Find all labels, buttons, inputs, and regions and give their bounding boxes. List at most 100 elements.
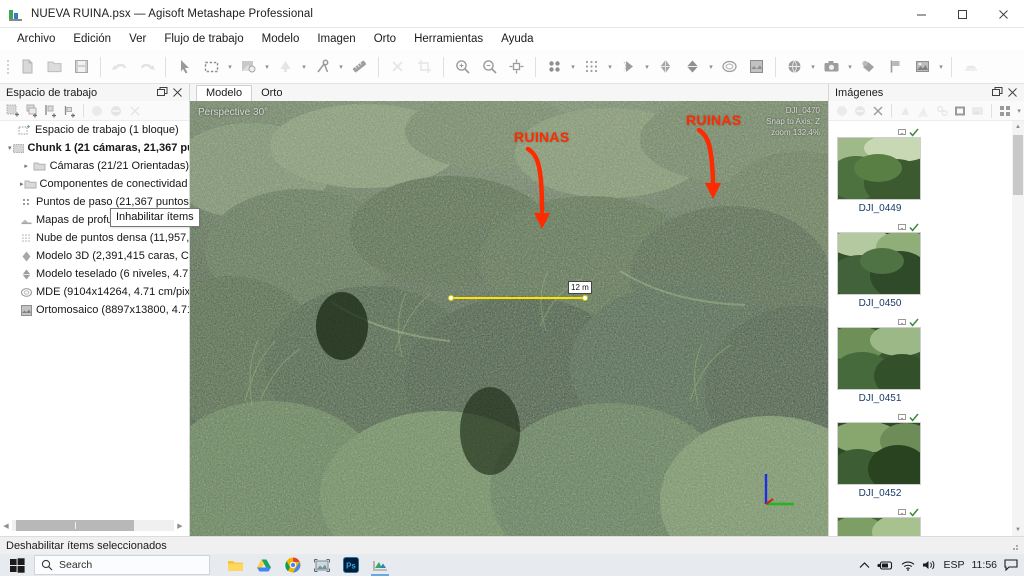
tab-modelo[interactable]: Modelo [196,85,253,101]
images-vertical-scrollbar[interactable]: ▲ ▼ [1012,121,1024,536]
measure-ruler-icon[interactable] [346,54,373,80]
enable-items-icon[interactable] [88,102,106,120]
tree-item-mde[interactable]: MDE (9104x14264, 4.71 cm/pix) [0,283,189,301]
scroll-up-icon[interactable]: ▲ [1012,121,1024,133]
tab-orto[interactable]: Orto [252,86,291,101]
undo-arrow-icon[interactable] [106,54,133,80]
menu-orto[interactable]: Orto [365,30,405,48]
add-marker-icon[interactable] [309,54,336,80]
rectangle-selection-dropdown-icon[interactable]: ▾ [225,54,235,80]
minimize-button[interactable] [901,0,942,28]
zoom-in-icon[interactable] [449,54,476,80]
resize-grip-icon[interactable] [1008,540,1020,552]
thumbnail-image[interactable] [837,137,921,200]
show-cameras-icon[interactable] [541,54,568,80]
show-tiled-model-dropdown-icon[interactable]: ▾ [706,54,716,80]
measurement-end-point[interactable] [582,295,588,301]
maximize-button[interactable] [942,0,983,28]
tree-item-modelo-3d[interactable]: Modelo 3D (2,391,415 caras, Calida [0,247,189,265]
tray-clock[interactable]: 11:56 [972,559,998,571]
scroll-down-icon[interactable]: ▼ [1012,524,1024,536]
google-drive-icon[interactable] [251,554,277,576]
gradient-ramp-icon[interactable] [957,54,984,80]
menu-ayuda[interactable]: Ayuda [492,30,542,48]
invert-selection-icon[interactable] [970,102,987,120]
open-folder-icon[interactable] [41,54,68,80]
remove-items-icon[interactable] [126,102,144,120]
duplicate-chunk-icon[interactable] [23,102,41,120]
menu-herramientas[interactable]: Herramientas [405,30,492,48]
thumbnail-size-icon[interactable] [996,102,1013,120]
menu-modelo[interactable]: Modelo [253,30,309,48]
cursor-arrow-icon[interactable] [171,54,198,80]
thumbnail-image[interactable] [837,517,921,536]
checkmark-icon[interactable] [909,128,919,137]
tree-twisty-camaras[interactable]: ▸ [20,157,32,175]
align-selected-icon[interactable] [896,102,913,120]
show-cameras-dropdown-icon[interactable]: ▾ [568,54,578,80]
metashape-icon[interactable] [367,554,393,576]
new-document-icon[interactable] [14,54,41,80]
model-viewport[interactable]: Perspective 30° DJI_0470 Snap to Axis: Z… [190,101,828,536]
thumbnail-size-dropdown-icon[interactable]: ▾ [1014,98,1024,124]
delete-x-icon[interactable] [384,54,411,80]
thumbnail-item[interactable]: DJI_0449 [837,127,923,214]
selection-shape-icon[interactable] [235,54,262,80]
tree-item-chunk-1[interactable]: ▾ Chunk 1 (21 cámaras, 21,367 puntos) [0,139,189,157]
reduce-overlap-icon[interactable] [272,54,299,80]
tray-chevron-up-icon[interactable] [859,561,870,570]
tree-item-ortomosaico[interactable]: Ortomosaico (8897x13800, 4.71 cm [0,301,189,319]
thumbnail-image[interactable] [837,422,921,485]
reduce-overlap-dropdown-icon[interactable]: ▾ [299,54,309,80]
show-tie-points-icon[interactable] [578,54,605,80]
thumbnail-item[interactable]: DJI_0451 [837,317,923,404]
camera-dropdown-icon[interactable]: ▾ [845,54,855,80]
remove-cameras-icon[interactable] [870,102,887,120]
menu-archivo[interactable]: Archivo [8,30,64,48]
texture-dropdown-icon[interactable]: ▾ [936,54,946,80]
menu-flujo-de-trabajo[interactable]: Flujo de trabajo [155,30,252,48]
thumbnail-image[interactable] [837,327,921,390]
rectangle-selection-icon[interactable] [198,54,225,80]
zoom-out-icon[interactable] [476,54,503,80]
file-explorer-icon[interactable] [222,554,248,576]
taskbar-search-box[interactable]: Search [34,555,210,575]
globe-icon[interactable] [781,54,808,80]
show-masks-icon[interactable] [951,102,968,120]
texture-icon[interactable] [909,54,936,80]
show-tiled-model-icon[interactable] [679,54,706,80]
float-panel-icon[interactable] [990,85,1005,100]
globe-dropdown-icon[interactable]: ▾ [808,54,818,80]
float-panel-icon[interactable] [155,85,170,100]
show-dem-icon[interactable] [716,54,743,80]
disable-items-icon[interactable] [107,102,125,120]
tree-item-workspace[interactable]: Espacio de trabajo (1 bloque) [0,121,189,139]
close-icon[interactable] [170,85,185,100]
show-model-icon[interactable] [652,54,679,80]
thumbnail-item[interactable]: DJI_0453 [837,507,923,536]
add-chunk-icon[interactable] [4,102,22,120]
scrollbar-thumb[interactable] [1013,135,1023,195]
thumbnail-image[interactable] [837,232,921,295]
tree-item-nube-de-puntos-densa[interactable]: Nube de puntos densa (11,957,107 [0,229,189,247]
tree-twisty[interactable] [4,121,17,139]
checkmark-icon[interactable] [909,508,919,517]
measurement-line[interactable] [452,297,586,299]
enable-cameras-icon[interactable] [833,102,850,120]
flag-marker-icon[interactable] [882,54,909,80]
image-viewer-icon[interactable] [309,554,335,576]
save-floppy-icon[interactable] [68,54,95,80]
redo-arrow-icon[interactable] [133,54,160,80]
shape-layer-icon[interactable] [855,54,882,80]
checkmark-icon[interactable] [909,223,919,232]
thumbnail-item[interactable]: DJI_0450 [837,222,923,309]
add-photos-icon[interactable] [61,102,79,120]
checkmark-icon[interactable] [909,318,919,327]
wifi-icon[interactable] [901,560,915,571]
notifications-icon[interactable] [1004,559,1018,571]
photoshop-icon[interactable]: Ps [338,554,364,576]
menu-edicion[interactable]: Edición [64,30,120,48]
images-thumbnail-grid[interactable]: DJI_0449 DJI_0450 DJI_0451 DJI_0452 [829,121,1012,536]
workspace-tree[interactable]: Espacio de trabajo (1 bloque) ▾ Chunk 1 … [0,121,189,514]
scroll-right-icon[interactable]: ▶ [174,519,186,532]
